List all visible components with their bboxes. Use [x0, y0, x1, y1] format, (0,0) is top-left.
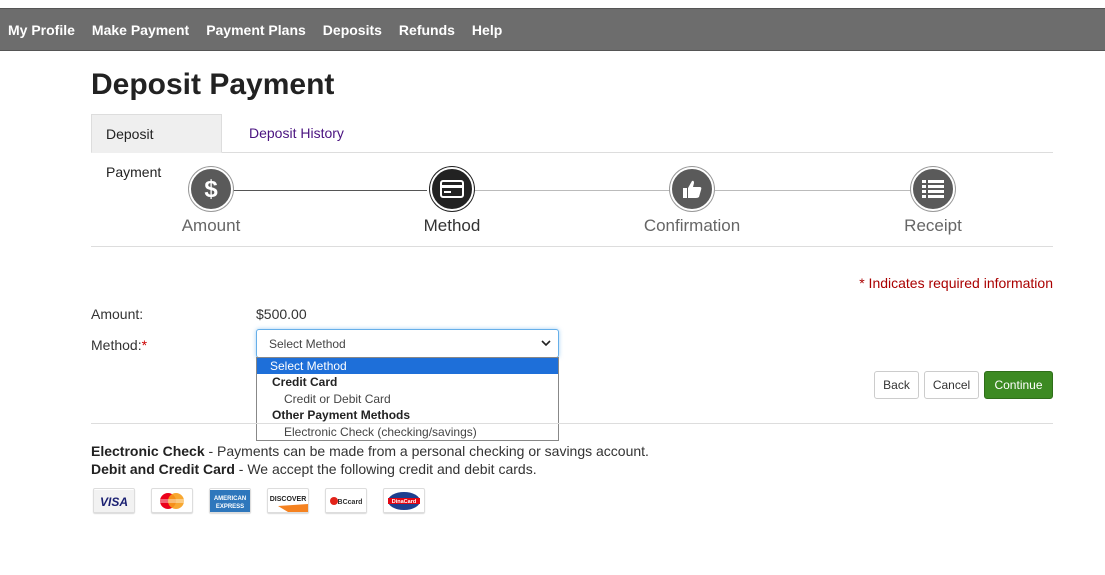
svg-text:AMERICAN: AMERICAN: [214, 496, 246, 502]
tab-bar: Deposit Payment Deposit History: [91, 114, 1053, 180]
step-receipt: Receipt: [853, 167, 1013, 236]
dropdown-option-credit-debit-card[interactable]: Credit or Debit Card: [257, 391, 558, 407]
dollar-icon: $: [189, 167, 233, 211]
step-label: Receipt: [904, 216, 962, 235]
required-marker: *: [141, 337, 148, 353]
svg-text:BCcard: BCcard: [338, 499, 363, 506]
method-label: Method:*: [91, 337, 147, 353]
method-dropdown-list: Select Method Credit Card Credit or Debi…: [256, 357, 559, 441]
progress-stepper: $ Amount Method Confirmation Receipt: [91, 167, 1053, 247]
card-info: Debit and Credit Card - We accept the fo…: [91, 461, 537, 477]
method-select[interactable]: Select Method: [256, 329, 559, 358]
amex-logo: AMERICAN EXPRESS: [209, 488, 251, 513]
nav-payment-plans[interactable]: Payment Plans: [206, 22, 306, 38]
credit-card-icon: [430, 167, 474, 211]
nav-make-payment[interactable]: Make Payment: [92, 22, 189, 38]
list-icon: [911, 167, 955, 211]
step-confirmation: Confirmation: [612, 167, 772, 236]
top-nav: My Profile Make Payment Payment Plans De…: [0, 8, 1105, 51]
dinacard-logo: DinaCard: [383, 488, 425, 513]
tab-deposit-payment[interactable]: Deposit Payment: [91, 114, 222, 180]
back-button[interactable]: Back: [874, 371, 919, 399]
visa-logo: VISA: [93, 488, 135, 513]
nav-my-profile[interactable]: My Profile: [8, 22, 75, 38]
amount-label: Amount:: [91, 306, 144, 322]
svg-text:VISA: VISA: [100, 495, 128, 509]
electronic-check-title: Electronic Check: [91, 443, 205, 459]
card-info-title: Debit and Credit Card: [91, 461, 235, 477]
step-label: Confirmation: [643, 216, 741, 235]
svg-text:DISCOVER: DISCOVER: [270, 496, 307, 503]
page-title: Deposit Payment: [91, 68, 335, 101]
discover-logo: DISCOVER: [267, 488, 309, 513]
method-select-value: Select Method: [269, 337, 346, 351]
nav-help[interactable]: Help: [472, 22, 502, 38]
thumbs-up-icon: [670, 167, 714, 211]
nav-deposits[interactable]: Deposits: [323, 22, 382, 38]
dropdown-option-electronic-check[interactable]: Electronic Check (checking/savings): [257, 424, 558, 440]
dropdown-group-credit-card: Credit Card: [272, 375, 338, 390]
svg-text:DinaCard: DinaCard: [392, 499, 416, 505]
tab-deposit-history[interactable]: Deposit History: [235, 114, 358, 153]
mastercard-logo: [151, 488, 193, 513]
step-amount: $ Amount: [131, 167, 291, 236]
required-info-note: * Indicates required information: [859, 275, 1053, 291]
nav-refunds[interactable]: Refunds: [399, 22, 455, 38]
svg-text:$: $: [204, 176, 218, 202]
bccard-logo: BCcard: [325, 488, 367, 513]
step-method: Method: [372, 167, 532, 236]
step-label: Method: [423, 216, 481, 235]
dropdown-group-other-methods: Other Payment Methods: [272, 408, 411, 423]
dropdown-option-select-method[interactable]: Select Method: [257, 358, 558, 375]
continue-button[interactable]: Continue: [984, 371, 1053, 399]
electronic-check-text: - Payments can be made from a personal c…: [204, 443, 649, 459]
step-label: Amount: [181, 216, 241, 235]
chevron-down-icon: [541, 337, 551, 351]
electronic-check-info: Electronic Check - Payments can be made …: [91, 443, 649, 459]
method-label-text: Method:: [91, 337, 142, 353]
amount-value: $500.00: [256, 306, 307, 322]
accepted-cards: VISA AMERICAN EXPRESS DISCOVER BCcard Din…: [93, 488, 441, 513]
section-divider: [91, 423, 1053, 424]
card-info-text: - We accept the following credit and deb…: [234, 461, 537, 477]
cancel-button[interactable]: Cancel: [924, 371, 979, 399]
svg-text:EXPRESS: EXPRESS: [216, 504, 244, 510]
